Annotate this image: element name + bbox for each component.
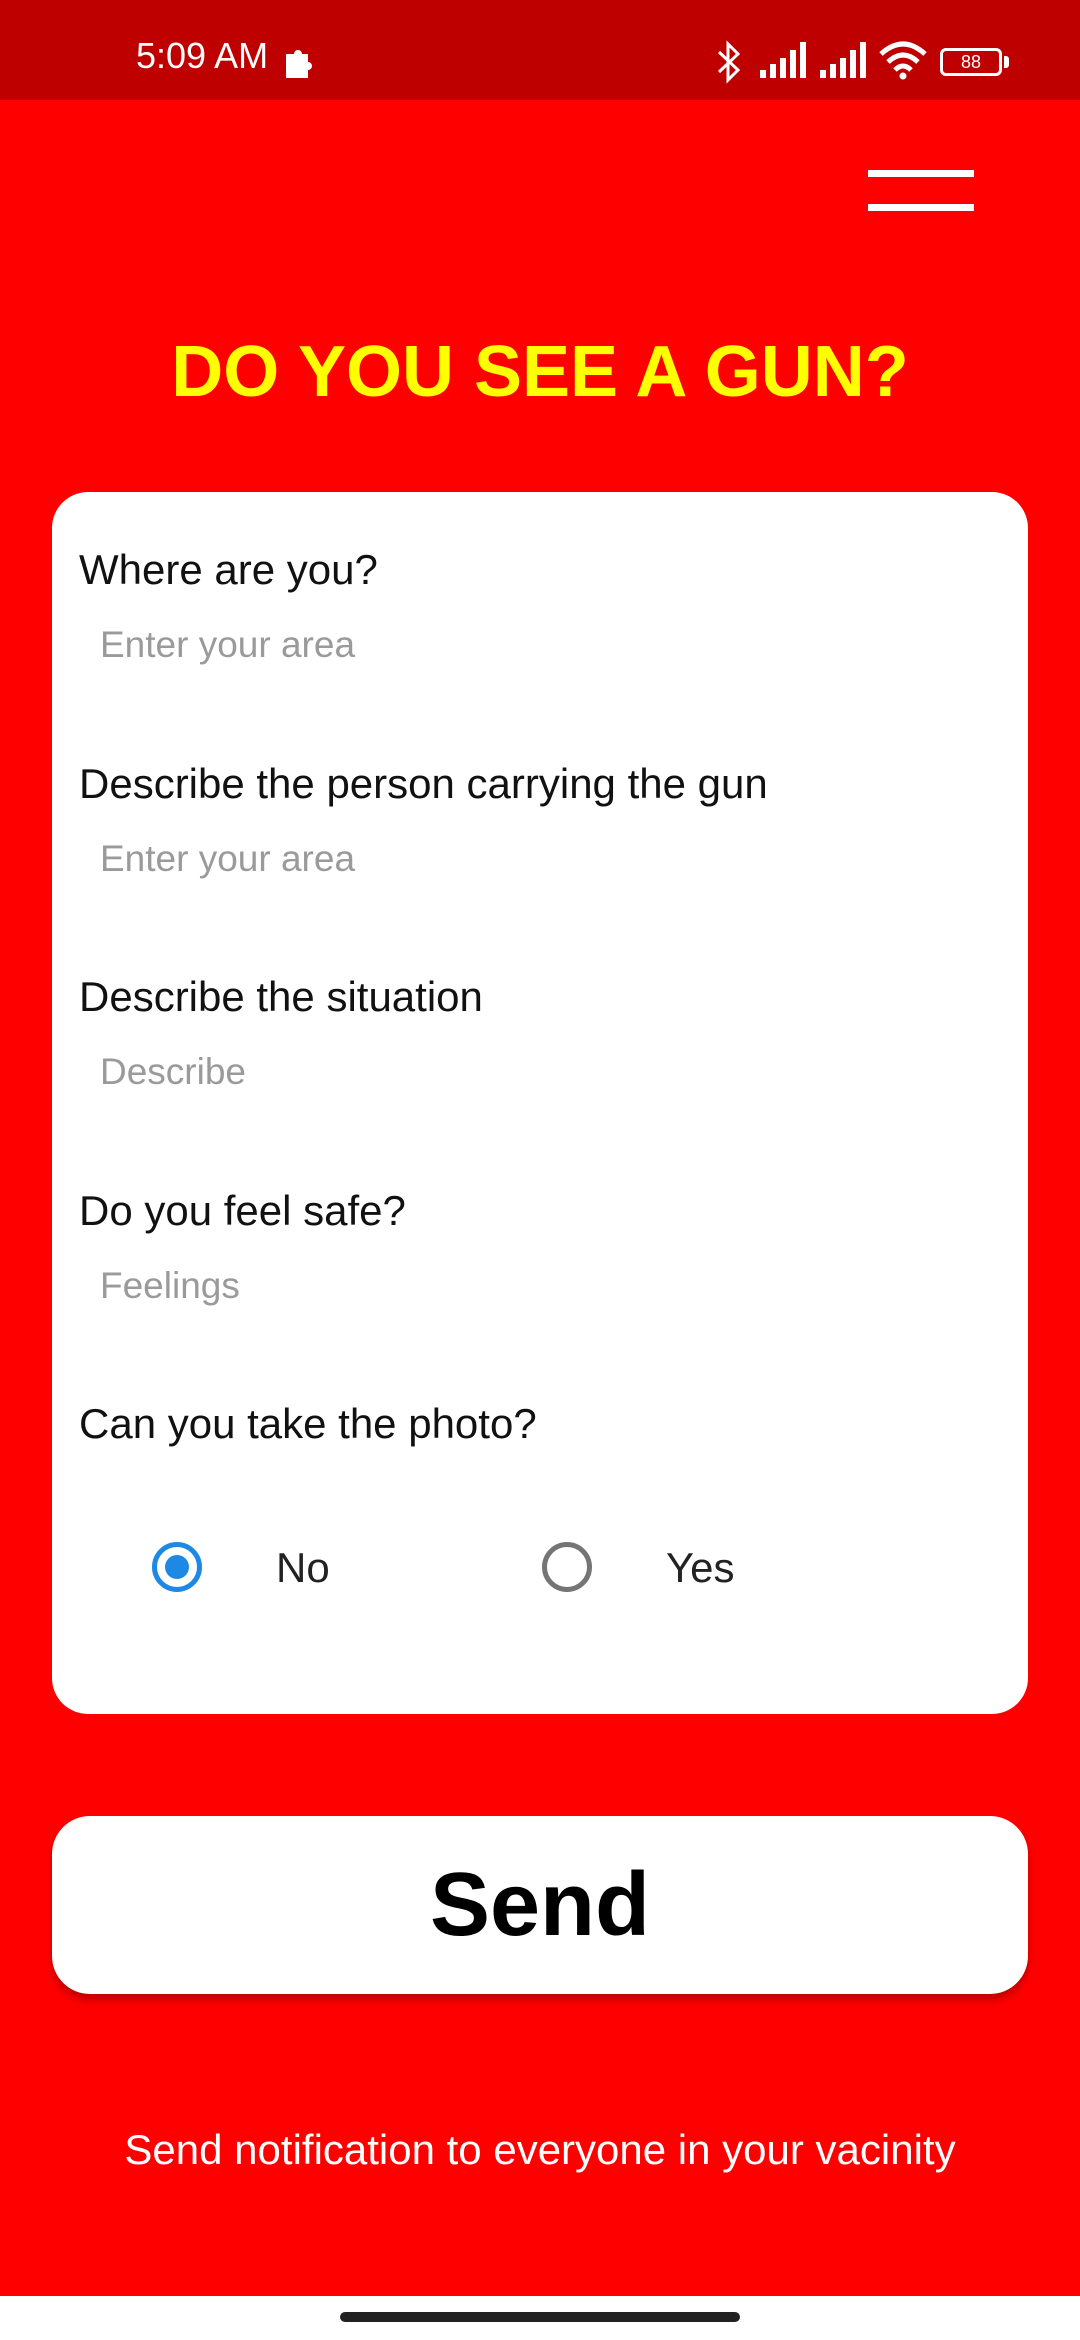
menu-line — [868, 170, 974, 177]
feel-safe-input[interactable] — [72, 1251, 1002, 1321]
footer-note: Send notification to everyone in your va… — [124, 2126, 956, 2173]
report-form-card: Where are you? Describe the person carry… — [52, 492, 1028, 1714]
send-button[interactable]: Send — [52, 1816, 1028, 1994]
radio-label-no: No — [276, 1544, 330, 1591]
situation-input[interactable] — [72, 1037, 1002, 1107]
person-description-label: Describe the person carrying the gun — [79, 760, 768, 807]
battery-level: 88 — [960, 52, 982, 72]
radio-selected-dot — [165, 1555, 189, 1579]
menu-line — [868, 204, 974, 211]
radio-label-yes: Yes — [666, 1544, 735, 1591]
hamburger-menu-icon[interactable] — [868, 166, 974, 214]
location-label: Where are you? — [79, 546, 378, 593]
signal-icon — [818, 40, 870, 85]
battery-cap — [1004, 56, 1009, 68]
status-bar: 5:09 AM 88 — [0, 0, 1080, 100]
location-input[interactable] — [72, 610, 1002, 680]
photo-question-label: Can you take the photo? — [79, 1400, 537, 1447]
radio-button-yes[interactable] — [542, 1542, 592, 1592]
signal-icon — [758, 40, 810, 85]
photo-radio-group: No Yes — [52, 1514, 1028, 1614]
situation-label: Describe the situation — [79, 973, 483, 1020]
notification-icon — [282, 44, 316, 85]
battery-icon: 88 — [940, 48, 1002, 76]
feel-safe-label: Do you feel safe? — [79, 1187, 406, 1234]
navigation-bar — [0, 2296, 1080, 2340]
radio-button-no[interactable] — [152, 1542, 202, 1592]
page-title: DO YOU SEE A GUN? — [171, 332, 909, 412]
radio-option-yes[interactable]: Yes — [542, 1514, 802, 1614]
radio-option-no[interactable]: No — [152, 1514, 412, 1614]
bluetooth-icon — [716, 40, 742, 89]
wifi-icon — [878, 40, 928, 85]
person-description-input[interactable] — [72, 824, 1002, 894]
status-time: 5:09 AM — [136, 35, 269, 76]
home-indicator[interactable] — [340, 2312, 740, 2322]
